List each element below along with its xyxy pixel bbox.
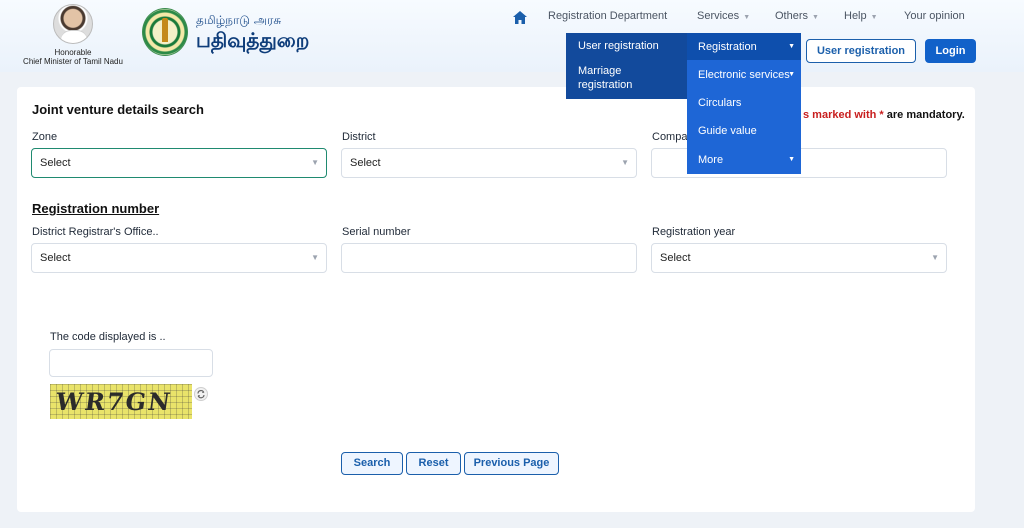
nav-label: Your opinion [904, 10, 965, 22]
login-button[interactable]: Login [925, 39, 976, 63]
chevron-down-icon: ▼ [812, 14, 819, 21]
submenu-user-registration[interactable]: User registration [578, 40, 659, 52]
district-select-value: Select [350, 157, 381, 169]
chevron-down-icon: ▼ [621, 158, 629, 167]
mandatory-note-prefix: s marked with [803, 109, 877, 121]
registration-number-heading: Registration number [32, 201, 160, 216]
emblem-tower-icon [162, 18, 168, 42]
brand-department-name[interactable]: பதிவுத்துறை [196, 28, 309, 55]
district-label: District [342, 131, 376, 143]
nav-label: Others [775, 10, 809, 22]
captcha-text: WR7GN [53, 387, 175, 416]
nav-registration-department[interactable]: Registration Department [548, 10, 667, 26]
district-registrar-office-label: District Registrar's Office.. [32, 226, 159, 238]
chevron-down-icon: ▼ [311, 253, 319, 262]
district-select[interactable]: Select ▼ [341, 148, 637, 178]
cm-caption-line2: Chief Minister of Tamil Nadu [23, 57, 123, 66]
page-title: Joint venture details search [32, 102, 204, 117]
nav-label: Help [844, 10, 867, 22]
submenu-marriage-registration-line1[interactable]: Marriage [578, 65, 621, 77]
menu-item-registration[interactable]: Registration [698, 41, 757, 53]
registration-year-label: Registration year [652, 226, 736, 238]
chevron-down-icon: ▼ [931, 253, 939, 262]
zone-label: Zone [32, 131, 58, 143]
menu-item-more[interactable]: More [698, 154, 723, 166]
nav-others[interactable]: Others ▼ [775, 10, 819, 26]
chevron-down-icon: ▼ [788, 43, 795, 50]
menu-item-guide-value[interactable]: Guide value [698, 125, 757, 137]
registration-year-select[interactable]: Select ▼ [651, 243, 947, 273]
zone-select-value: Select [40, 157, 71, 169]
nav-your-opinion[interactable]: Your opinion [904, 10, 965, 26]
menu-item-electronic-services[interactable]: Electronic services [698, 69, 790, 81]
previous-page-button[interactable]: Previous Page [464, 452, 559, 475]
chevron-down-icon: ▼ [788, 156, 795, 163]
search-button[interactable]: Search [341, 452, 403, 475]
dro-select-value: Select [40, 252, 71, 264]
company-label: Compa [652, 131, 688, 143]
captcha-input[interactable] [49, 349, 213, 377]
mandatory-note-suffix: are mandatory. [886, 109, 965, 121]
user-registration-button[interactable]: User registration [806, 39, 916, 63]
submenu-marriage-registration-line2[interactable]: registration [578, 79, 632, 91]
nav-label: Registration Department [548, 10, 668, 22]
chief-minister-avatar [53, 4, 93, 44]
brand-government-name: தமிழ்நாடு அரசு [196, 13, 282, 27]
chevron-down-icon: ▼ [788, 71, 795, 78]
home-icon[interactable] [513, 11, 527, 24]
nav-label: Services [697, 10, 740, 22]
menu-item-circulars[interactable]: Circulars [698, 97, 741, 109]
mandatory-note: s marked with * are mandatory. [803, 109, 965, 121]
chevron-down-icon: ▼ [311, 158, 319, 167]
mandatory-star: * [879, 109, 884, 121]
year-select-value: Select [660, 252, 691, 264]
chevron-down-icon: ▼ [743, 14, 751, 21]
registration-submenu: User registration Marriage registration [566, 33, 687, 99]
services-dropdown-menu: Registration ▼ Electronic services ▼ Cir… [687, 33, 801, 174]
district-registrar-office-select[interactable]: Select ▼ [31, 243, 327, 273]
nav-help[interactable]: Help ▼ [844, 10, 878, 26]
cm-caption-line1: Honorable [54, 48, 92, 57]
chief-minister-block: Honorable Chief Minister of Tamil Nadu [14, 4, 132, 66]
captcha-label: The code displayed is .. [50, 331, 166, 343]
zone-select[interactable]: Select ▼ [31, 148, 327, 178]
refresh-icon[interactable] [194, 387, 208, 401]
captcha-image: WR7GN [50, 384, 192, 419]
chevron-down-icon: ▼ [870, 14, 878, 21]
nav-services[interactable]: Services ▼ [697, 10, 750, 26]
serial-number-input[interactable] [341, 243, 637, 273]
serial-number-label: Serial number [342, 226, 411, 238]
reset-button[interactable]: Reset [406, 452, 461, 475]
